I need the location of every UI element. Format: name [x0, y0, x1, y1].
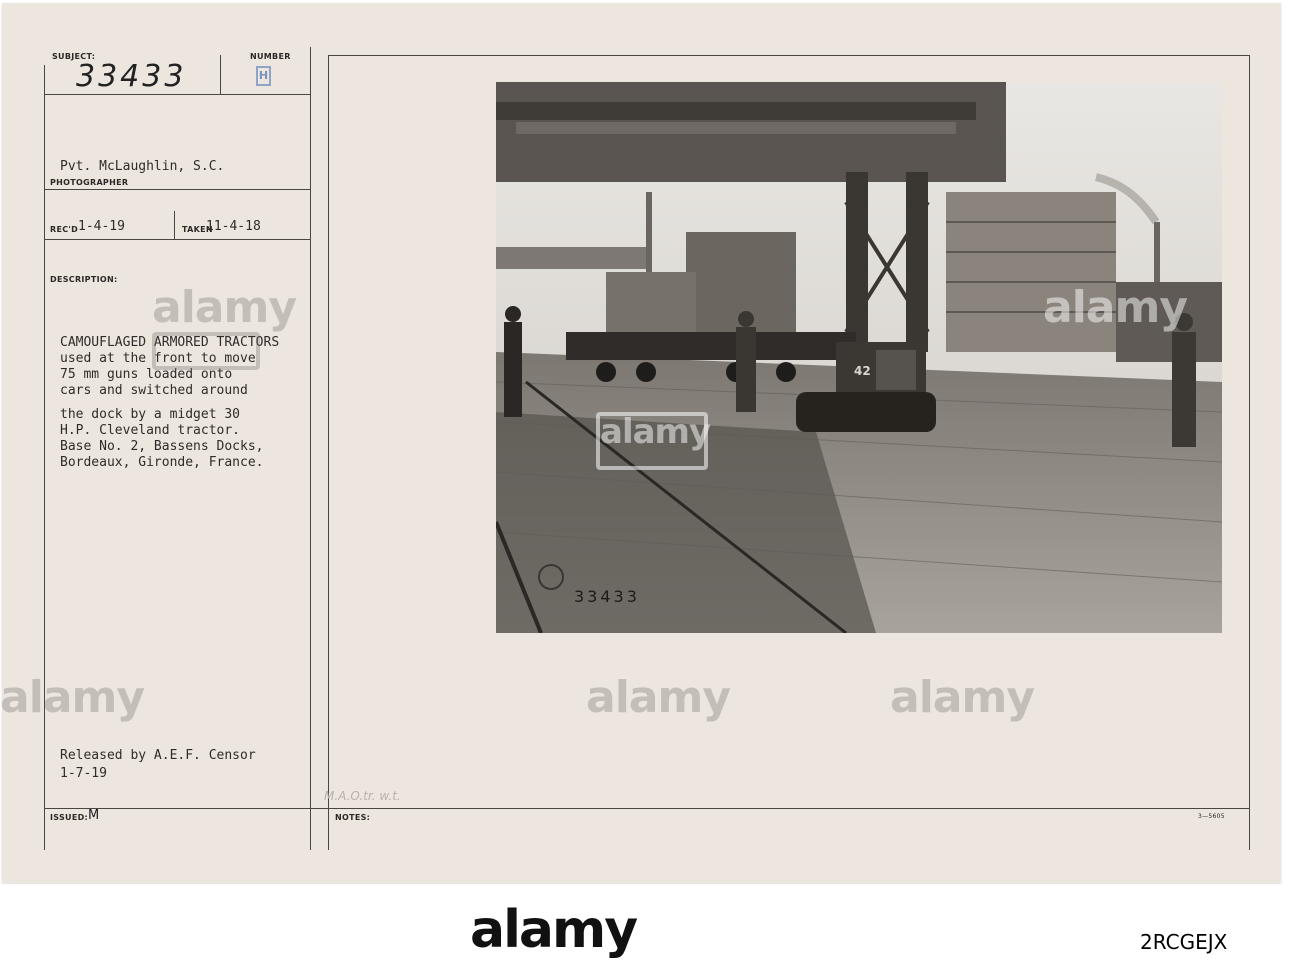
- tractor-number: 42: [854, 364, 871, 378]
- photographer-label: PHOTOGRAPHER: [50, 178, 129, 187]
- negative-number: 33433: [574, 587, 640, 606]
- dates-divider: [174, 211, 175, 239]
- photographer-name: Pvt. McLaughlin, S.C.: [60, 159, 225, 174]
- description-line: Bordeaux, Gironde, France.: [60, 455, 264, 470]
- left-frame-right-line: [310, 47, 311, 850]
- notes-handwritten: M.A.O.tr. w.t.: [324, 789, 401, 803]
- description-line: cars and switched around: [60, 383, 248, 398]
- stock-footer: [0, 884, 1300, 974]
- issued-label: ISSUED:: [50, 813, 89, 822]
- image-id: 2RCGEJX: [1140, 930, 1228, 954]
- watermark-box: [152, 332, 260, 370]
- issued-mark: M: [88, 808, 100, 823]
- watermark-logo: alamy: [586, 672, 731, 723]
- description-line: H.P. Cleveland tractor.: [60, 423, 241, 438]
- notes-label: NOTES:: [335, 813, 371, 822]
- released-by: Released by A.E.F. Censor: [60, 748, 256, 763]
- subject-number-divider: [220, 55, 221, 94]
- dock-photograph: 42 33433: [496, 82, 1222, 633]
- watermark-logo: alamy: [0, 672, 145, 723]
- subject-row-line: [44, 94, 311, 95]
- number-label: NUMBER: [250, 52, 291, 61]
- right-frame-right: [1249, 55, 1250, 850]
- right-frame-top: [328, 55, 1250, 56]
- watermark-logo: alamy: [890, 672, 1035, 723]
- photo-scene: 42 33433: [496, 82, 1222, 633]
- taken-date: 11-4-18: [206, 219, 261, 234]
- recd-label: REC'D: [50, 225, 79, 234]
- right-frame-left: [328, 55, 329, 850]
- subject-number: 33433: [76, 59, 187, 94]
- description-line: the dock by a midget 30: [60, 407, 241, 422]
- watermark-logo: alamy: [1043, 282, 1188, 333]
- description-label: DESCRIPTION:: [50, 275, 118, 284]
- issued-row-line: [44, 808, 1250, 809]
- photographer-row-line: [44, 189, 311, 190]
- watermark-logo: alamy: [152, 282, 297, 333]
- number-stamp: H: [256, 66, 271, 86]
- description-line: Base No. 2, Bassens Docks,: [60, 439, 264, 454]
- recd-date: 1-4-19: [78, 219, 125, 234]
- dates-row-line: [44, 239, 311, 240]
- left-frame-line: [44, 65, 45, 850]
- watermark-box: [596, 412, 708, 470]
- description-line: [60, 399, 279, 407]
- form-code: 3—5605: [1198, 813, 1225, 820]
- released-date: 1-7-19: [60, 766, 107, 781]
- footer-logo[interactable]: alamy: [470, 900, 638, 960]
